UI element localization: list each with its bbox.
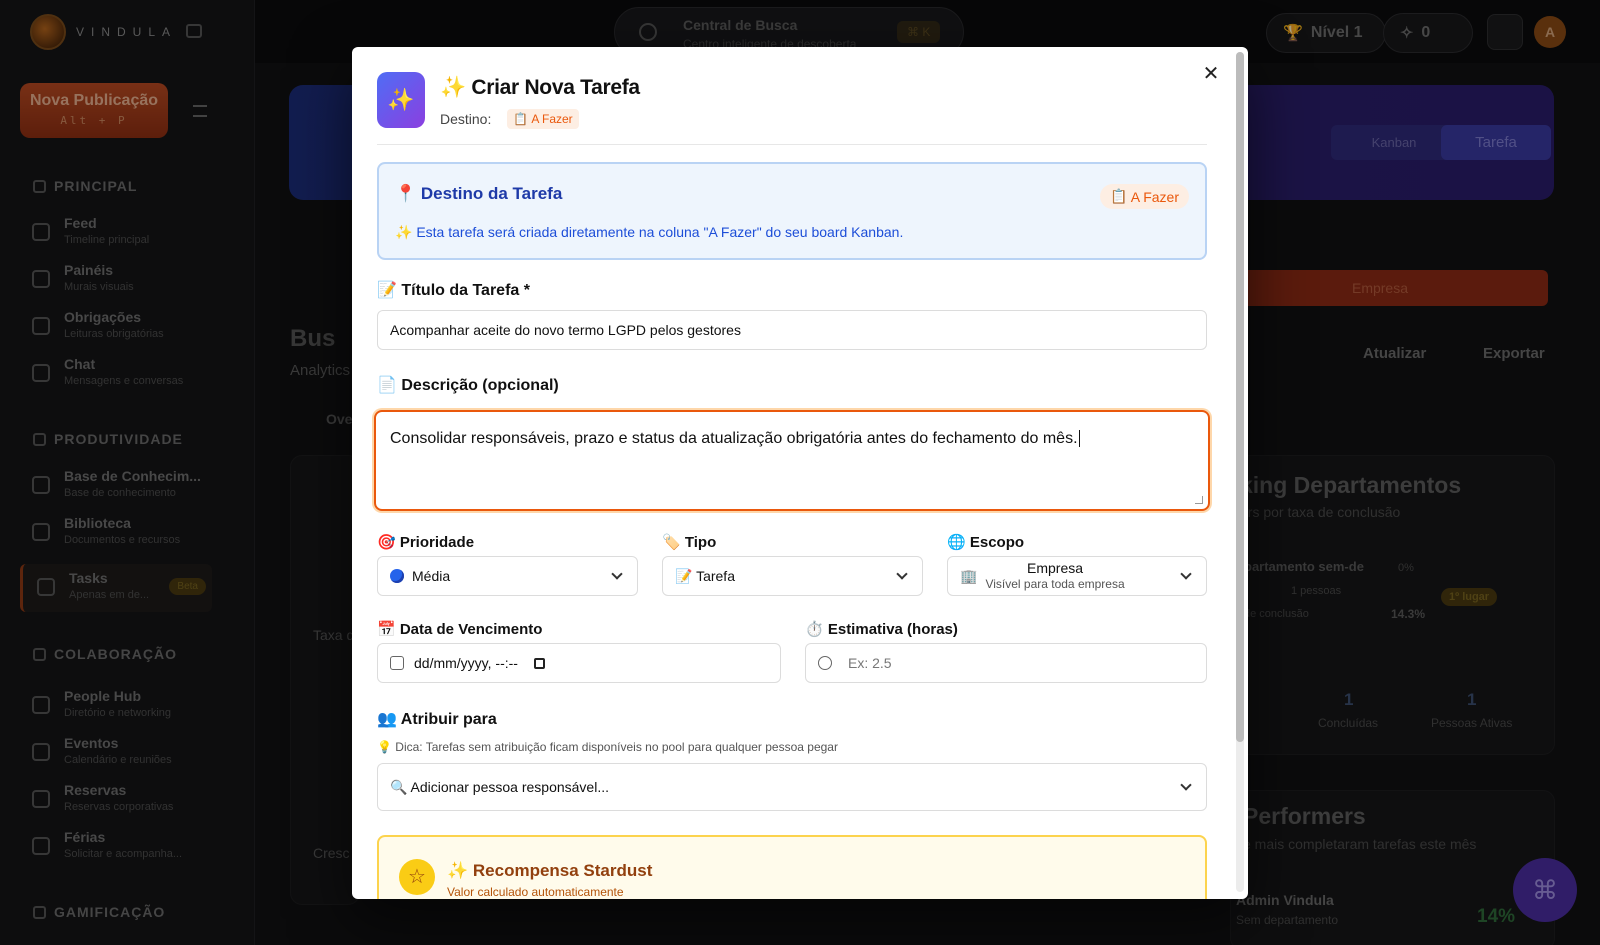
sparkle-icon: ✨ — [377, 72, 425, 128]
estimate-label: ⏱️ Estimativa (horas) — [805, 621, 958, 638]
assign-label: 👥 Atribuir para — [377, 711, 497, 728]
modal-title: ✨ Criar Nova Tarefa — [440, 76, 640, 99]
building-icon: 🏢 — [960, 567, 978, 584]
scope-subtext: Visível para toda empresa — [985, 577, 1125, 592]
reward-title: ✨ Recompensa Stardust — [447, 861, 653, 880]
resize-handle-icon[interactable] — [1195, 496, 1203, 504]
description-textarea[interactable]: Consolidar responsáveis, prazo e status … — [374, 410, 1210, 511]
assign-placeholder: 🔍 Adicionar pessoa responsável... — [390, 778, 609, 795]
close-button[interactable]: ✕ — [1199, 62, 1223, 86]
star-icon: ☆ — [399, 859, 435, 895]
info-chip: 📋 A Fazer — [1100, 184, 1189, 209]
assign-hint: 💡 Dica: Tarefas sem atribuição ficam dis… — [377, 740, 838, 754]
info-description: ✨ Esta tarefa será criada diretamente na… — [395, 224, 904, 240]
chevron-down-icon — [1180, 568, 1192, 580]
destination-info-box: 📍 Destino da Tarefa 📋 A Fazer ✨ Esta tare… — [377, 162, 1207, 260]
text-cursor — [1078, 430, 1080, 447]
scope-value-group: Empresa Visível para toda empresa — [985, 560, 1124, 591]
estimate-input[interactable]: Ex: 2.5 — [805, 643, 1207, 683]
destination-chip: 📋 A Fazer — [507, 109, 579, 129]
scrollbar-thumb[interactable] — [1236, 52, 1244, 742]
description-text: Consolidar responsáveis, prazo e status … — [390, 430, 1078, 447]
divider — [377, 144, 1207, 145]
destination-chip-label: A Fazer — [531, 112, 573, 126]
type-select[interactable]: 📝 Tarefa — [662, 556, 923, 596]
priority-value: Média — [412, 568, 451, 584]
destination-label: Destino: — [440, 111, 492, 127]
reward-subtitle: Valor calculado automaticamente — [447, 885, 624, 899]
calendar-icon — [390, 656, 404, 670]
scope-label: 🌐 Escopo — [947, 534, 1025, 551]
priority-label: 🎯 Prioridade — [377, 534, 475, 551]
estimate-placeholder: Ex: 2.5 — [848, 655, 892, 671]
chevron-down-icon — [896, 568, 908, 580]
chevron-down-icon — [1180, 779, 1192, 791]
type-value: 📝 Tarefa — [675, 567, 735, 584]
chevron-down-icon — [611, 568, 623, 580]
scope-select[interactable]: 🏢 Empresa Visível para toda empresa — [947, 556, 1207, 596]
assign-select[interactable]: 🔍 Adicionar pessoa responsável... — [377, 763, 1207, 811]
clock-icon — [818, 656, 832, 670]
description-field-label: 📄 Descrição (opcional) — [377, 377, 559, 394]
info-chip-label: A Fazer — [1130, 188, 1179, 205]
modal-destination: Destino: 📋 A Fazer — [440, 109, 579, 129]
reward-box: ☆ ✨ Recompensa Stardust Valor calculado … — [377, 835, 1207, 899]
clipboard-icon: 📋 — [513, 112, 529, 126]
priority-select[interactable]: Média — [377, 556, 638, 596]
task-title-input[interactable]: Acompanhar aceite do novo termo LGPD pel… — [377, 310, 1207, 350]
info-title: 📍 Destino da Tarefa — [395, 184, 563, 203]
calendar-picker-icon[interactable] — [533, 657, 545, 669]
type-label: 🏷️ Tipo — [662, 534, 717, 551]
due-date-label: 📅 Data de Vencimento — [377, 621, 543, 638]
create-task-modal: ✨ ✨ Criar Nova Tarefa Destino: 📋 A Fazer … — [352, 47, 1248, 899]
priority-dot-icon — [390, 569, 404, 583]
due-date-input[interactable]: dd/mm/yyyy, --:-- — [377, 643, 781, 683]
scope-value: Empresa — [1027, 560, 1084, 577]
app-background: VINDULA Nova Publicação Alt + P PRINCIPA… — [0, 0, 1600, 945]
close-icon: ✕ — [1202, 63, 1220, 85]
clipboard-icon: 📋 — [1110, 188, 1128, 204]
due-date-placeholder: dd/mm/yyyy, --:-- — [414, 655, 518, 671]
title-field-label: 📝 Título da Tarefa * — [377, 282, 530, 299]
modal-scrollbar[interactable] — [1236, 52, 1244, 892]
